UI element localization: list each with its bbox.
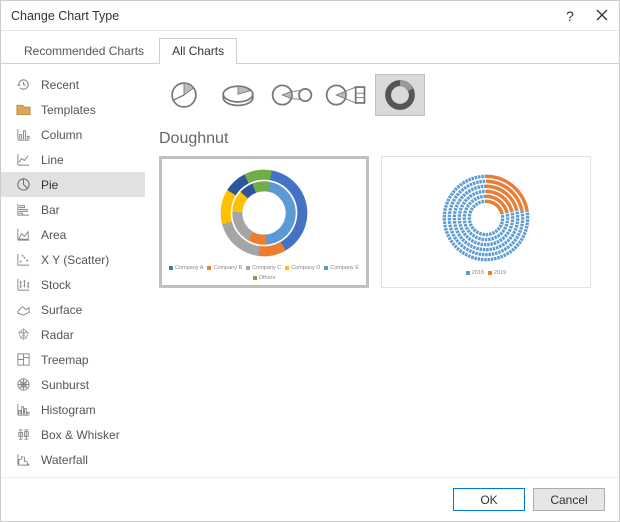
recent-icon (15, 77, 31, 93)
sidebar-item-label: Pie (41, 178, 58, 192)
treemap-icon (15, 352, 31, 368)
sidebar-item-pie[interactable]: Pie (1, 172, 145, 197)
surface-icon (15, 302, 31, 318)
sidebar-item-label: Line (41, 153, 64, 167)
doughnut-preview-2-icon (431, 168, 541, 268)
stock-icon (15, 277, 31, 293)
sidebar-item-histogram[interactable]: Histogram (1, 397, 145, 422)
sidebar-item-label: Surface (41, 303, 82, 317)
tab-all-charts[interactable]: All Charts (159, 38, 237, 64)
preview-1-legend: Company A Company B Company C Company D … (166, 265, 362, 281)
radar-icon (15, 327, 31, 343)
sidebar-item-recent[interactable]: Recent (1, 72, 145, 97)
preview-2-legend: 2018 2019 (466, 270, 507, 276)
sidebar-item-label: Bar (41, 203, 60, 217)
sidebar-item-label: Stock (41, 278, 71, 292)
sidebar-item-label: Radar (41, 328, 74, 342)
sidebar-item-radar[interactable]: Radar (1, 322, 145, 347)
sidebar-item-line[interactable]: Line (1, 147, 145, 172)
templates-icon (15, 102, 31, 118)
chart-type-sidebar: Recent Templates Column Line Pie (1, 64, 145, 477)
subtype-row (159, 74, 605, 116)
sunburst-icon (15, 377, 31, 393)
titlebar: Change Chart Type ? (1, 1, 619, 31)
pie-of-pie-icon (270, 81, 314, 109)
sidebar-item-scatter[interactable]: X Y (Scatter) (1, 247, 145, 272)
close-icon (596, 9, 608, 21)
sidebar-item-label: Histogram (41, 403, 96, 417)
bar-of-pie-icon (324, 81, 368, 109)
doughnut-preview-1-icon (209, 163, 319, 263)
subtype-doughnut[interactable] (375, 74, 425, 116)
subtype-pie[interactable] (159, 74, 209, 116)
line-icon (15, 152, 31, 168)
close-button[interactable] (593, 8, 611, 24)
waterfall-icon (15, 452, 31, 468)
pie-3d-icon (218, 80, 258, 110)
window-controls: ? (561, 8, 611, 24)
pie-icon (15, 177, 31, 193)
preview-row: Company A Company B Company C Company D … (159, 156, 605, 288)
area-icon (15, 227, 31, 243)
sidebar-item-templates[interactable]: Templates (1, 97, 145, 122)
sidebar-item-bar[interactable]: Bar (1, 197, 145, 222)
scatter-icon (15, 252, 31, 268)
sidebar-item-sunburst[interactable]: Sunburst (1, 372, 145, 397)
sidebar-item-label: Treemap (41, 353, 89, 367)
sidebar-item-column[interactable]: Column (1, 122, 145, 147)
dialog-footer: OK Cancel (1, 477, 619, 521)
sidebar-item-label: Templates (41, 103, 96, 117)
sidebar-item-label: X Y (Scatter) (41, 253, 109, 267)
histogram-icon (15, 402, 31, 418)
column-icon (15, 127, 31, 143)
sidebar-item-surface[interactable]: Surface (1, 297, 145, 322)
boxwhisker-icon (15, 427, 31, 443)
sidebar-item-label: Column (41, 128, 82, 142)
tab-strip: Recommended Charts All Charts (1, 31, 619, 64)
sidebar-item-boxwhisker[interactable]: Box & Whisker (1, 422, 145, 447)
sidebar-item-stock[interactable]: Stock (1, 272, 145, 297)
sidebar-item-label: Sunburst (41, 378, 89, 392)
cancel-button[interactable]: Cancel (533, 488, 605, 511)
sidebar-item-waterfall[interactable]: Waterfall (1, 447, 145, 472)
subtype-pie-3d[interactable] (213, 74, 263, 116)
tab-recommended[interactable]: Recommended Charts (11, 38, 157, 64)
sidebar-item-label: Box & Whisker (41, 428, 120, 442)
sidebar-item-label: Waterfall (41, 453, 88, 467)
bar-icon (15, 202, 31, 218)
sidebar-item-label: Area (41, 228, 66, 242)
subtype-title: Doughnut (159, 130, 605, 148)
preview-doughnut-years[interactable]: 2018 2019 (381, 156, 591, 288)
window-title: Change Chart Type (11, 9, 119, 23)
subtype-bar-of-pie[interactable] (321, 74, 371, 116)
doughnut-icon (383, 78, 417, 112)
preview-doughnut-companies[interactable]: Company A Company B Company C Company D … (159, 156, 369, 288)
sidebar-item-label: Recent (41, 78, 79, 92)
subtype-pie-of-pie[interactable] (267, 74, 317, 116)
sidebar-item-treemap[interactable]: Treemap (1, 347, 145, 372)
main-panel: Doughnut (145, 64, 619, 477)
ok-button[interactable]: OK (453, 488, 525, 511)
pie-2d-icon (167, 78, 201, 112)
sidebar-item-area[interactable]: Area (1, 222, 145, 247)
help-button[interactable]: ? (561, 8, 579, 24)
